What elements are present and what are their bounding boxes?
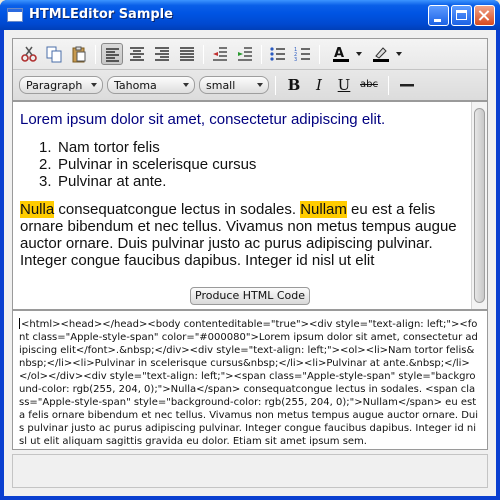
underline-button[interactable]: U [333,74,355,96]
align-left-button[interactable] [101,43,123,65]
outdent-icon [213,47,227,61]
chevron-down-icon [356,52,362,56]
highlighted-text: Nulla [20,201,55,218]
toolbar-row-edit: 123 A [13,39,487,70]
paragraph-text: consequatcongue lectus in sodales. [54,201,301,218]
paragraph-format-select[interactable]: Paragraph [19,76,103,94]
italic-button[interactable]: I [308,74,330,96]
editor-paragraph: Nulla consequatcongue lectus in sodales.… [20,201,468,269]
text-caret [19,318,20,329]
minimize-button[interactable] [428,5,449,26]
highlighted-text: Nullam [300,201,347,218]
numbering-icon: 123 [294,47,310,63]
paste-icon [72,46,86,63]
close-icon [475,6,494,25]
align-justify-icon [180,47,194,61]
paste-button[interactable] [68,43,90,65]
bullets-button[interactable] [267,43,289,65]
window-client-area: 123 A Paragraph Tahoma small B I U abc L… [4,30,496,496]
status-panel [12,454,488,488]
indent-icon [238,47,252,61]
font-size-value: small [206,79,236,92]
toolbar-separator [261,45,262,64]
minimize-icon [434,19,441,22]
toolbar-separator [275,76,276,95]
highlight-color-icon [373,47,389,62]
align-justify-button[interactable] [176,43,198,65]
produce-html-code-button[interactable]: Produce HTML Code [190,287,310,305]
align-right-icon [155,47,169,61]
horizontal-rule-button[interactable] [396,74,418,96]
font-size-select[interactable]: small [199,76,269,94]
editor-scrollbar[interactable] [471,102,487,309]
strikethrough-button[interactable]: abc [358,74,380,96]
close-button[interactable] [474,5,495,26]
paragraph-format-value: Paragraph [26,79,83,92]
svg-text:A: A [334,46,344,61]
toolbar-separator [95,45,96,64]
numbering-button[interactable]: 123 [292,43,314,65]
toolbar-separator [319,45,320,64]
align-right-button[interactable] [151,43,173,65]
font-family-value: Tahoma [114,79,157,92]
toolbar-separator [203,45,204,64]
maximize-button[interactable] [451,5,472,26]
font-color-picker[interactable]: A [329,43,365,65]
html-code-output: <html><head></head><body contenteditable… [19,318,479,448]
editor-lead-line: Lorem ipsum dolor sit amet, consectetur … [20,111,386,128]
outdent-button[interactable] [209,43,231,65]
app-window-icon [7,8,23,22]
bold-button[interactable]: B [283,74,305,96]
chevron-down-icon [396,52,402,56]
maximize-icon [456,10,467,20]
html-code-text: <html><head></head><body contenteditable… [19,319,479,447]
svg-text:3: 3 [294,57,297,63]
cut-button[interactable] [18,43,40,65]
title-bar[interactable]: HTMLEditor Sample [0,0,500,30]
editor-ordered-list: 1. Nam tortor felis 2. Pulvinar in sceleri… [20,139,468,190]
align-center-icon [130,47,144,61]
align-center-button[interactable] [126,43,148,65]
chevron-down-icon [91,83,97,87]
toolbar-row-format: Paragraph Tahoma small B I U abc [13,70,487,101]
editor-content[interactable]: Lorem ipsum dolor sit amet, consectetur … [20,111,468,269]
align-left-icon [106,48,119,62]
chevron-down-icon [257,83,263,87]
list-item: 2. Pulvinar in scelerisque cursus [39,156,257,173]
copy-icon [46,46,62,63]
list-item: 1. Nam tortor felis [39,139,160,156]
app-window: HTMLEditor Sample 1 2 3 A Paragraph Taho… [0,0,500,500]
copy-button[interactable] [43,43,65,65]
toolbar-separator [388,76,389,95]
indent-button[interactable] [234,43,256,65]
window-bottom-border [0,496,500,500]
editor-toolbars: 123 A Paragraph Tahoma small B I U abc [12,38,488,101]
html-code-textarea[interactable]: <html><head></head><body contenteditable… [12,310,488,450]
editor-scroll-thumb[interactable] [474,108,485,303]
cut-icon [21,46,37,62]
html-editor[interactable]: Lorem ipsum dolor sit amet, consectetur … [12,101,488,310]
chevron-down-icon [183,83,189,87]
horizontal-rule-icon [400,84,414,87]
highlight-color-picker[interactable] [369,43,405,65]
list-item: 3. Pulvinar at ante. [39,173,167,190]
window-title: HTMLEditor Sample [29,7,173,22]
font-color-icon: A [333,46,349,62]
font-family-select[interactable]: Tahoma [107,76,195,94]
bullets-icon [270,47,285,61]
